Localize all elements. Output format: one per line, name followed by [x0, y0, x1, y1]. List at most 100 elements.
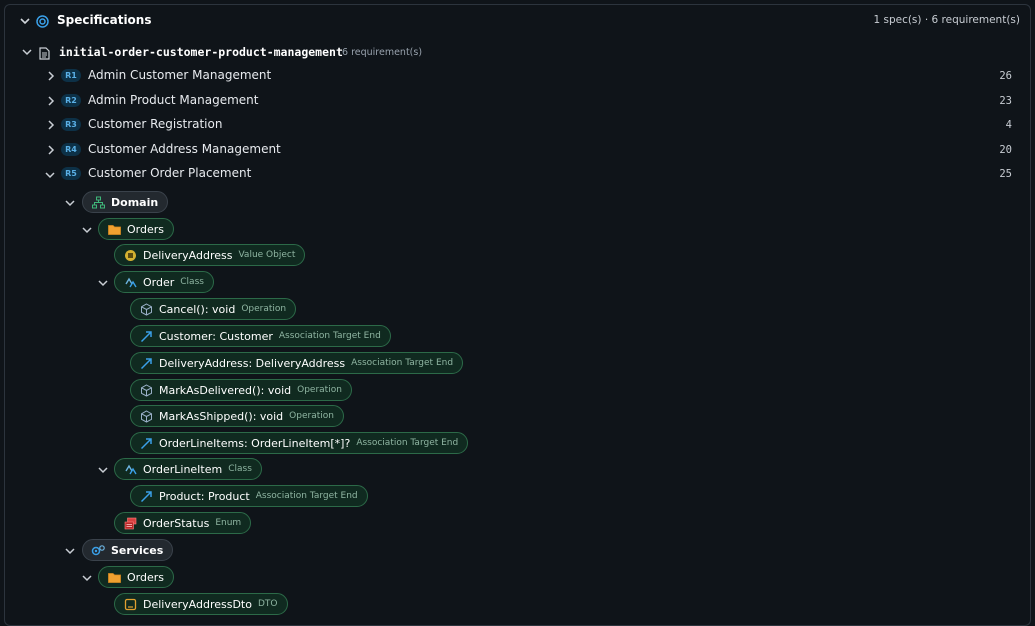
node-name: Product: Product [159, 489, 250, 503]
tree-node-member[interactable]: OrderLineItems: OrderLineItem[*]? Associ… [130, 432, 469, 454]
tree-node-order-status[interactable]: OrderStatus Enum [114, 512, 252, 534]
tree-node-member[interactable]: DeliveryAddress: DeliveryAddress Associa… [130, 352, 464, 374]
requirement-count: 26 [999, 70, 1012, 82]
target-icon [36, 13, 49, 32]
chevron-right-icon[interactable] [46, 145, 55, 155]
node-kind: Association Target End [255, 491, 358, 501]
requirement-row[interactable]: R4 Customer Address Management 20 [5, 140, 1030, 160]
domain-group[interactable]: Domain [82, 191, 169, 213]
node-name: Order [143, 275, 175, 289]
tree-node-product[interactable]: Product: Product Association Target End [130, 485, 368, 507]
orders-folder[interactable]: Orders [98, 218, 174, 240]
requirement-count: 20 [999, 144, 1012, 156]
specifications-panel: Specifications 1 spec(s) · 6 requirement… [4, 4, 1031, 626]
services-orders-folder[interactable]: Orders [98, 566, 174, 588]
cube-icon [139, 302, 153, 316]
node-name: DeliveryAddress: DeliveryAddress [159, 356, 346, 370]
chevron-down-icon[interactable] [98, 465, 108, 474]
chevron-down-icon[interactable] [20, 16, 30, 25]
node-name: Cancel(): void [159, 302, 236, 316]
node-name: DeliveryAddressDto [143, 597, 252, 611]
tree-node-member[interactable]: MarkAsDelivered(): void Operation [130, 379, 352, 401]
folder-label: Orders [127, 570, 164, 584]
chevron-down-icon[interactable] [65, 198, 75, 207]
requirement-row[interactable]: R5 Customer Order Placement 25 [5, 164, 1030, 184]
requirement-label: Customer Registration [88, 117, 223, 131]
requirement-row[interactable]: R1 Admin Customer Management 26 [5, 66, 1030, 86]
requirement-label: Admin Customer Management [88, 68, 272, 82]
chevron-right-icon[interactable] [46, 96, 55, 106]
services-group[interactable]: Services [82, 539, 174, 561]
node-name: MarkAsShipped(): void [159, 409, 284, 423]
panel-summary: 1 spec(s) · 6 requirement(s) [873, 14, 1020, 26]
hierarchy-icon [91, 195, 105, 209]
chevron-down-icon[interactable] [65, 546, 75, 555]
node-kind: Operation [297, 385, 342, 395]
node-kind: Value Object [238, 250, 296, 260]
arrow-icon [139, 356, 153, 370]
document-icon [39, 45, 50, 64]
services-label: Services [111, 543, 164, 557]
node-kind: Association Target End [351, 358, 454, 368]
folder-icon [107, 222, 121, 236]
requirement-badge: R4 [61, 143, 81, 156]
tree-node-order[interactable]: Order Class [114, 271, 214, 293]
requirement-label: Admin Product Management [88, 93, 259, 107]
requirement-count: 4 [1005, 119, 1012, 131]
arrow-icon [139, 489, 153, 503]
gear-icon [91, 543, 105, 557]
requirement-badge: R5 [61, 167, 81, 180]
node-name: OrderLineItem [143, 462, 223, 476]
requirement-label: Customer Address Management [88, 142, 281, 156]
node-kind: Operation [241, 304, 287, 314]
cube-icon [139, 409, 153, 423]
requirement-badge: R1 [61, 69, 81, 82]
folder-label: Orders [127, 222, 164, 236]
chevron-down-icon[interactable] [82, 573, 92, 582]
chevron-right-icon[interactable] [46, 71, 55, 81]
chevron-right-icon[interactable] [46, 120, 55, 130]
chevron-down-icon[interactable] [22, 47, 32, 56]
tree-node-member[interactable]: MarkAsShipped(): void Operation [130, 405, 344, 427]
tree-node-member[interactable]: Customer: Customer Association Target En… [130, 325, 391, 347]
chevron-down-icon[interactable] [82, 225, 92, 234]
requirement-count: 23 [999, 95, 1012, 107]
folder-icon [107, 570, 121, 584]
spec-name: initial-order-customer-product-managemen… [59, 45, 343, 59]
node-kind: Class [180, 277, 204, 287]
arrow-icon [139, 329, 153, 343]
requirement-badge: R3 [61, 118, 81, 131]
panel-header[interactable]: Specifications 1 spec(s) · 6 requirement… [5, 11, 1030, 37]
node-kind: Operation [289, 411, 334, 421]
tree-node-delivery-address[interactable]: DeliveryAddress Value Object [114, 244, 306, 266]
node-name: DeliveryAddress [143, 248, 233, 262]
tree-node-order-line-item[interactable]: OrderLineItem Class [114, 458, 262, 480]
domain-label: Domain [111, 195, 159, 209]
requirement-badge: R2 [61, 94, 81, 107]
dto-icon [123, 597, 137, 611]
requirement-row[interactable]: R3 Customer Registration 4 [5, 115, 1030, 135]
node-kind: DTO [257, 599, 278, 609]
chevron-down-icon[interactable] [45, 170, 55, 179]
tree-node-member[interactable]: Cancel(): void Operation [130, 298, 297, 320]
requirement-count: 25 [999, 168, 1012, 180]
node-name: OrderStatus [143, 516, 210, 530]
requirement-row[interactable]: R2 Admin Product Management 23 [5, 91, 1030, 111]
node-name: MarkAsDelivered(): void [159, 383, 292, 397]
arrow-icon [139, 436, 153, 450]
chevron-down-icon[interactable] [98, 278, 108, 287]
requirement-label: Customer Order Placement [88, 166, 252, 180]
enum-icon [123, 516, 137, 530]
node-kind: Enum [215, 518, 242, 528]
node-kind: Class [228, 464, 252, 474]
node-kind: Association Target End [278, 331, 381, 341]
panel-title: Specifications [57, 13, 152, 27]
node-name: OrderLineItems: OrderLineItem[*]? [159, 436, 351, 450]
node-name: Customer: Customer [159, 329, 273, 343]
class-icon [123, 462, 137, 476]
cube-icon [139, 383, 153, 397]
node-kind: Association Target End [356, 438, 459, 448]
spec-row[interactable]: initial-order-customer-product-managemen… [5, 41, 1030, 61]
value-object-icon [123, 248, 137, 262]
tree-node-delivery-address-dto[interactable]: DeliveryAddressDto DTO [114, 593, 288, 615]
